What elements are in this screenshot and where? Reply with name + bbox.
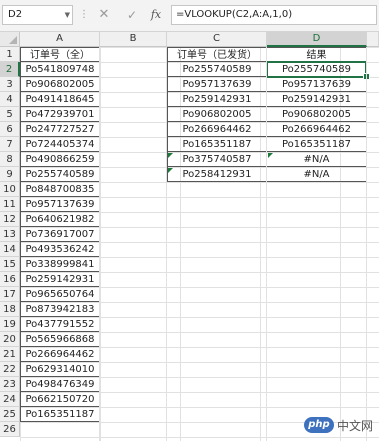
row-header-3[interactable]: 3 [0, 77, 20, 92]
chevron-down-icon[interactable]: ▼ [65, 6, 70, 24]
row-header-26[interactable]: 26 [0, 422, 20, 437]
select-all-icon [9, 36, 17, 44]
row-header-18[interactable]: 18 [0, 302, 20, 317]
select-all-corner[interactable] [0, 32, 20, 47]
column-gridline [366, 47, 367, 441]
error-indicator-icon [168, 153, 173, 158]
cancel-icon[interactable]: ✕ [94, 5, 114, 25]
error-indicator-icon [168, 168, 173, 173]
row-header-9[interactable]: 9 [0, 167, 20, 182]
table-cell-d[interactable]: #N/A [267, 167, 367, 182]
row-header-12[interactable]: 12 [0, 212, 20, 227]
row-header-1[interactable]: 1 [0, 47, 20, 62]
table-cell-a[interactable]: Po629314010 [20, 362, 100, 377]
table-cell-a[interactable]: Po736917007 [20, 227, 100, 242]
php-logo: php [303, 417, 334, 433]
table-cell-a[interactable]: Po491418645 [20, 92, 100, 107]
row-header-6[interactable]: 6 [0, 122, 20, 137]
table-cell-c[interactable]: Po906802005 [167, 107, 267, 122]
column-header-c[interactable]: C [167, 32, 267, 47]
row-header-11[interactable]: 11 [0, 197, 20, 212]
row-header-17[interactable]: 17 [0, 287, 20, 302]
spreadsheet-grid: ABCD 1 2 3 4 5 6 7 8 9 10 11 12 13 14 15 16 17 18 19 20 21 22… [0, 32, 379, 441]
table-cell-d[interactable]: Po266964462 [267, 122, 367, 137]
table-cell-a[interactable]: Po957137639 [20, 197, 100, 212]
row-header-10[interactable]: 10 [0, 182, 20, 197]
error-indicator-icon [268, 153, 273, 158]
watermark: php 中文网 [303, 415, 373, 435]
row-header-13[interactable]: 13 [0, 227, 20, 242]
column-gridline [266, 47, 267, 441]
table-cell-d[interactable]: Po957137639 [267, 77, 367, 92]
row-header-7[interactable]: 7 [0, 137, 20, 152]
table-cell-a[interactable]: Po662150720 [20, 392, 100, 407]
table-cell-c[interactable]: Po165351187 [167, 137, 267, 152]
table-cell-a[interactable]: Po247727527 [20, 122, 100, 137]
column-header-filler [367, 32, 379, 47]
table-cell-a[interactable]: Po255740589 [20, 167, 100, 182]
row-header-21[interactable]: 21 [0, 347, 20, 362]
column-header-d[interactable]: D [267, 32, 367, 47]
table-cell-d[interactable]: Po255740589 [267, 62, 367, 77]
row-header-5[interactable]: 5 [0, 107, 20, 122]
cell-d-header[interactable]: 结果 [267, 47, 367, 62]
table-cell-a[interactable]: Po266964462 [20, 347, 100, 362]
column-gridline [99, 47, 100, 441]
table-cell-a[interactable]: Po498476349 [20, 377, 100, 392]
table-cell-c[interactable]: Po258412931 [167, 167, 267, 182]
table-cell-a[interactable]: Po259142931 [20, 272, 100, 287]
table-cell-c[interactable]: Po957137639 [167, 77, 267, 92]
formula-bar: D2 ▼ ⋮ ✕ ✓ fx =VLOOKUP(C2,A:A,1,0) [0, 0, 379, 32]
row-header-14[interactable]: 14 [0, 242, 20, 257]
row-header-16[interactable]: 16 [0, 272, 20, 287]
table-cell-a[interactable]: Po965650764 [20, 287, 100, 302]
table-cell-a[interactable]: Po493536242 [20, 242, 100, 257]
table-cell-a[interactable]: Po906802005 [20, 77, 100, 92]
table-cell-c[interactable]: Po259142931 [167, 92, 267, 107]
insert-function-icon[interactable]: fx [146, 5, 166, 25]
column-gridline [166, 47, 167, 441]
name-box-value: D2 [8, 9, 23, 20]
cell-c-header[interactable]: 订单号（已发货） [167, 47, 267, 62]
name-box[interactable]: D2 ▼ [2, 5, 73, 25]
table-cell-c[interactable]: Po375740587 [167, 152, 267, 167]
watermark-text: 中文网 [336, 418, 373, 433]
cell-a-header[interactable]: 订单号（全） [20, 47, 100, 62]
table-cell-a[interactable]: Po338999841 [20, 257, 100, 272]
table-cell-a[interactable]: Po848700835 [20, 182, 100, 197]
column-header-a[interactable]: A [20, 32, 100, 47]
row-header-24[interactable]: 24 [0, 392, 20, 407]
table-cell-a[interactable]: Po165351187 [20, 407, 100, 422]
table-cell-d[interactable]: Po906802005 [267, 107, 367, 122]
column-header-b[interactable]: B [100, 32, 167, 47]
row-header-2[interactable]: 2 [0, 62, 20, 77]
row-header-23[interactable]: 23 [0, 377, 20, 392]
table-cell-a[interactable]: Po873942183 [20, 302, 100, 317]
formula-input[interactable]: =VLOOKUP(C2,A:A,1,0) [171, 5, 377, 25]
table-cell-d[interactable]: Po259142931 [267, 92, 367, 107]
table-cell-a[interactable]: Po490866259 [20, 152, 100, 167]
table-cell-c[interactable]: Po255740589 [167, 62, 267, 77]
table-cell-a[interactable]: Po565966868 [20, 332, 100, 347]
table-cell-a[interactable]: Po541809748 [20, 62, 100, 77]
row-header-22[interactable]: 22 [0, 362, 20, 377]
row-header-4[interactable]: 4 [0, 92, 20, 107]
table-cell-c[interactable]: Po266964462 [167, 122, 267, 137]
row-header-15[interactable]: 15 [0, 257, 20, 272]
enter-icon[interactable]: ✓ [122, 5, 142, 25]
table-cell-a[interactable]: Po640621982 [20, 212, 100, 227]
table-cell-d[interactable]: #N/A [267, 152, 367, 167]
table-cell-a[interactable]: Po472939701 [20, 107, 100, 122]
table-cell-d[interactable]: Po165351187 [267, 137, 367, 152]
row-header-20[interactable]: 20 [0, 332, 20, 347]
row-header-25[interactable]: 25 [0, 407, 20, 422]
more-icon: ⋮ [79, 9, 89, 20]
row-header-8[interactable]: 8 [0, 152, 20, 167]
row-header-19[interactable]: 19 [0, 317, 20, 332]
table-cell-a[interactable]: Po437791552 [20, 317, 100, 332]
table-cell-a[interactable]: Po724405374 [20, 137, 100, 152]
